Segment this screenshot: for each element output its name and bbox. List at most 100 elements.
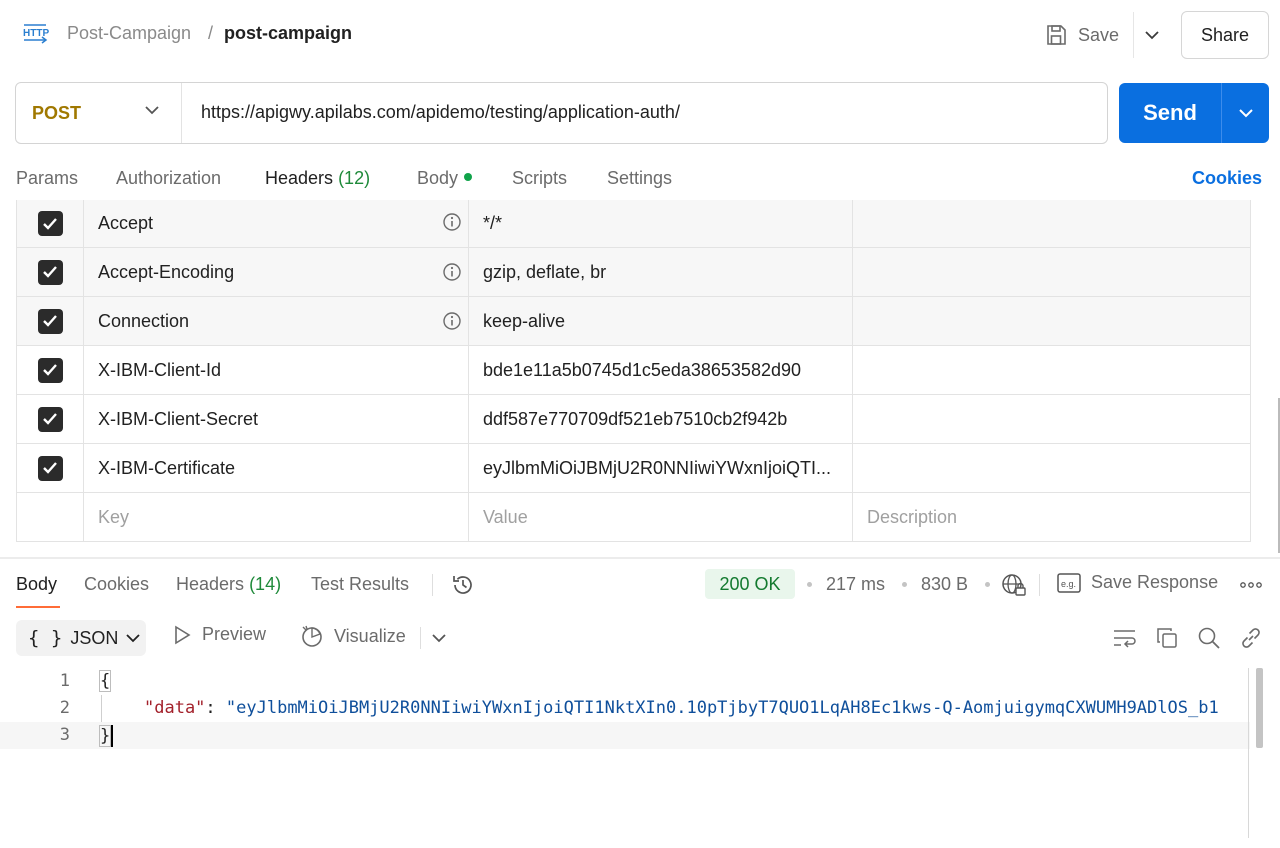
header-enabled-checkbox[interactable] — [37, 406, 63, 432]
search-button[interactable] — [1196, 625, 1222, 651]
more-options-icon[interactable] — [1240, 582, 1262, 588]
send-options-button[interactable] — [1221, 83, 1269, 143]
header-value[interactable]: keep-alive — [469, 297, 853, 345]
resp-tab-test-results[interactable]: Test Results — [311, 574, 409, 595]
preview-button[interactable]: Preview — [172, 624, 266, 645]
save-button[interactable]: Save — [1044, 18, 1119, 52]
response-time[interactable]: 217 ms — [826, 574, 885, 595]
response-size[interactable]: 830 B — [921, 574, 968, 595]
header-value-text: keep-alive — [483, 310, 566, 331]
resp-tab-body[interactable]: Body — [16, 574, 57, 595]
header-description[interactable] — [853, 346, 1250, 394]
svg-text:HTTP: HTTP — [23, 28, 49, 39]
pane-divider[interactable] — [0, 557, 1280, 559]
header-enabled-checkbox[interactable] — [37, 211, 63, 236]
separator-dot — [807, 582, 812, 587]
header-enabled-checkbox[interactable] — [37, 259, 63, 285]
link-button[interactable] — [1238, 625, 1264, 651]
resp-tab-cookies[interactable]: Cookies — [84, 574, 149, 595]
header-key[interactable]: Connection — [84, 297, 469, 345]
response-format-select[interactable]: { } JSON — [16, 620, 146, 656]
header-key[interactable]: X-IBM-Client-Secret — [84, 395, 469, 443]
header-value-text: */* — [483, 213, 503, 233]
tab-authorization[interactable]: Authorization — [116, 168, 221, 189]
cookies-link[interactable]: Cookies — [1192, 168, 1262, 189]
check-icon — [43, 413, 57, 425]
network-globe-lock-icon[interactable] — [1001, 572, 1027, 598]
close-brace: } — [98, 725, 112, 747]
save-options-button[interactable] — [1133, 12, 1169, 58]
copy-icon — [1157, 628, 1177, 648]
url-input[interactable]: https://apigwy.apilabs.com/apidemo/testi… — [201, 102, 680, 123]
tab-headers[interactable]: Headers (12) — [265, 168, 370, 189]
send-button[interactable]: Send — [1119, 83, 1269, 143]
tab-settings[interactable]: Settings — [607, 168, 672, 189]
header-value[interactable]: bde1e11a5b0745d1c5eda38653582d90 — [469, 346, 853, 394]
visualize-label: Visualize — [334, 625, 406, 646]
copy-button[interactable] — [1154, 625, 1180, 651]
history-icon[interactable] — [450, 572, 476, 598]
editor-scroll-track — [1248, 668, 1249, 838]
info-icon[interactable] — [442, 262, 462, 282]
visualize-options-button[interactable] — [426, 625, 452, 651]
editor-scrollbar[interactable] — [1256, 668, 1263, 748]
header-value[interactable]: gzip, deflate, br — [469, 248, 853, 296]
tab-scripts[interactable]: Scripts — [512, 168, 567, 189]
header-key[interactable]: X-IBM-Client-Id — [84, 346, 469, 394]
chevron-down-icon — [432, 634, 446, 643]
info-icon[interactable] — [442, 311, 462, 331]
save-response-label: Save Response — [1091, 572, 1219, 592]
header-value-text: eyJlbmMiOiJBMjU2R0NNIiwiYWxnIjoiQTI... — [483, 457, 832, 478]
header-enabled-checkbox[interactable] — [37, 455, 63, 481]
header-description[interactable] — [853, 395, 1250, 443]
header-description[interactable] — [853, 248, 1250, 296]
code-line: 2 "data": "eyJlbmMiOiJBMjU2R0NNIiwiYWxnI… — [0, 695, 1250, 722]
header-description[interactable] — [853, 444, 1250, 492]
header-key[interactable]: Accept-Encoding — [84, 248, 469, 296]
wrap-lines-button[interactable] — [1112, 625, 1138, 651]
divider — [420, 627, 421, 649]
visualize-button[interactable]: Visualize — [300, 624, 406, 648]
header-value[interactable]: */* — [469, 200, 853, 247]
share-button[interactable]: Share — [1181, 11, 1269, 59]
save-response-button[interactable]: e.g. Save Response — [1057, 572, 1218, 593]
header-enabled-checkbox[interactable] — [37, 357, 63, 383]
top-bar: HTTP Post-Campaign / post-campaign Save … — [0, 0, 1280, 70]
header-enabled-checkbox[interactable] — [37, 308, 63, 334]
method-label: POST — [32, 102, 82, 123]
new-value-input[interactable]: Value — [469, 493, 853, 541]
resp-tab-headers[interactable]: Headers (14) — [176, 574, 281, 595]
separator-dot — [902, 582, 907, 587]
new-key-input[interactable]: Key — [84, 493, 469, 541]
code-line: 3 } — [0, 722, 1250, 749]
header-key-text: X-IBM-Client-Id — [98, 359, 222, 380]
breadcrumb-parent[interactable]: Post-Campaign — [67, 23, 191, 44]
check-icon — [43, 364, 57, 376]
info-icon[interactable] — [442, 212, 462, 232]
header-key-text: Connection — [98, 310, 190, 331]
header-row: Accept */* — [17, 200, 1250, 248]
check-icon — [43, 315, 57, 327]
new-description-input[interactable]: Description — [853, 493, 1250, 541]
header-value[interactable]: eyJlbmMiOiJBMjU2R0NNIiwiYWxnIjoiQTI... — [469, 444, 853, 492]
line-number: 1 — [59, 671, 70, 691]
header-description[interactable] — [853, 297, 1250, 345]
save-label: Save — [1078, 24, 1120, 45]
tab-params[interactable]: Params — [16, 168, 78, 189]
method-select[interactable]: POST — [16, 83, 182, 143]
preview-label: Preview — [202, 624, 267, 644]
header-key[interactable]: Accept — [84, 200, 469, 247]
code-line: 1 { — [0, 668, 1250, 695]
tab-body[interactable]: Body — [417, 168, 473, 189]
chevron-down-icon — [145, 106, 159, 115]
text-cursor — [111, 725, 114, 747]
response-tabs: Body Cookies Headers (14) Test Results 2… — [0, 562, 1280, 608]
breadcrumb-current[interactable]: post-campaign — [224, 23, 352, 44]
header-value[interactable]: ddf587e770709df521eb7510cb2f942b — [469, 395, 853, 443]
header-key[interactable]: X-IBM-Certificate — [84, 444, 469, 492]
status-badge[interactable]: 200 OK — [705, 569, 795, 599]
response-body-editor[interactable]: 1 { 2 "data": "eyJlbmMiOiJBMjU2R0NNIiwiY… — [0, 668, 1266, 838]
play-icon — [175, 625, 191, 644]
header-description[interactable] — [853, 200, 1250, 247]
svg-text:e.g.: e.g. — [1061, 579, 1076, 589]
